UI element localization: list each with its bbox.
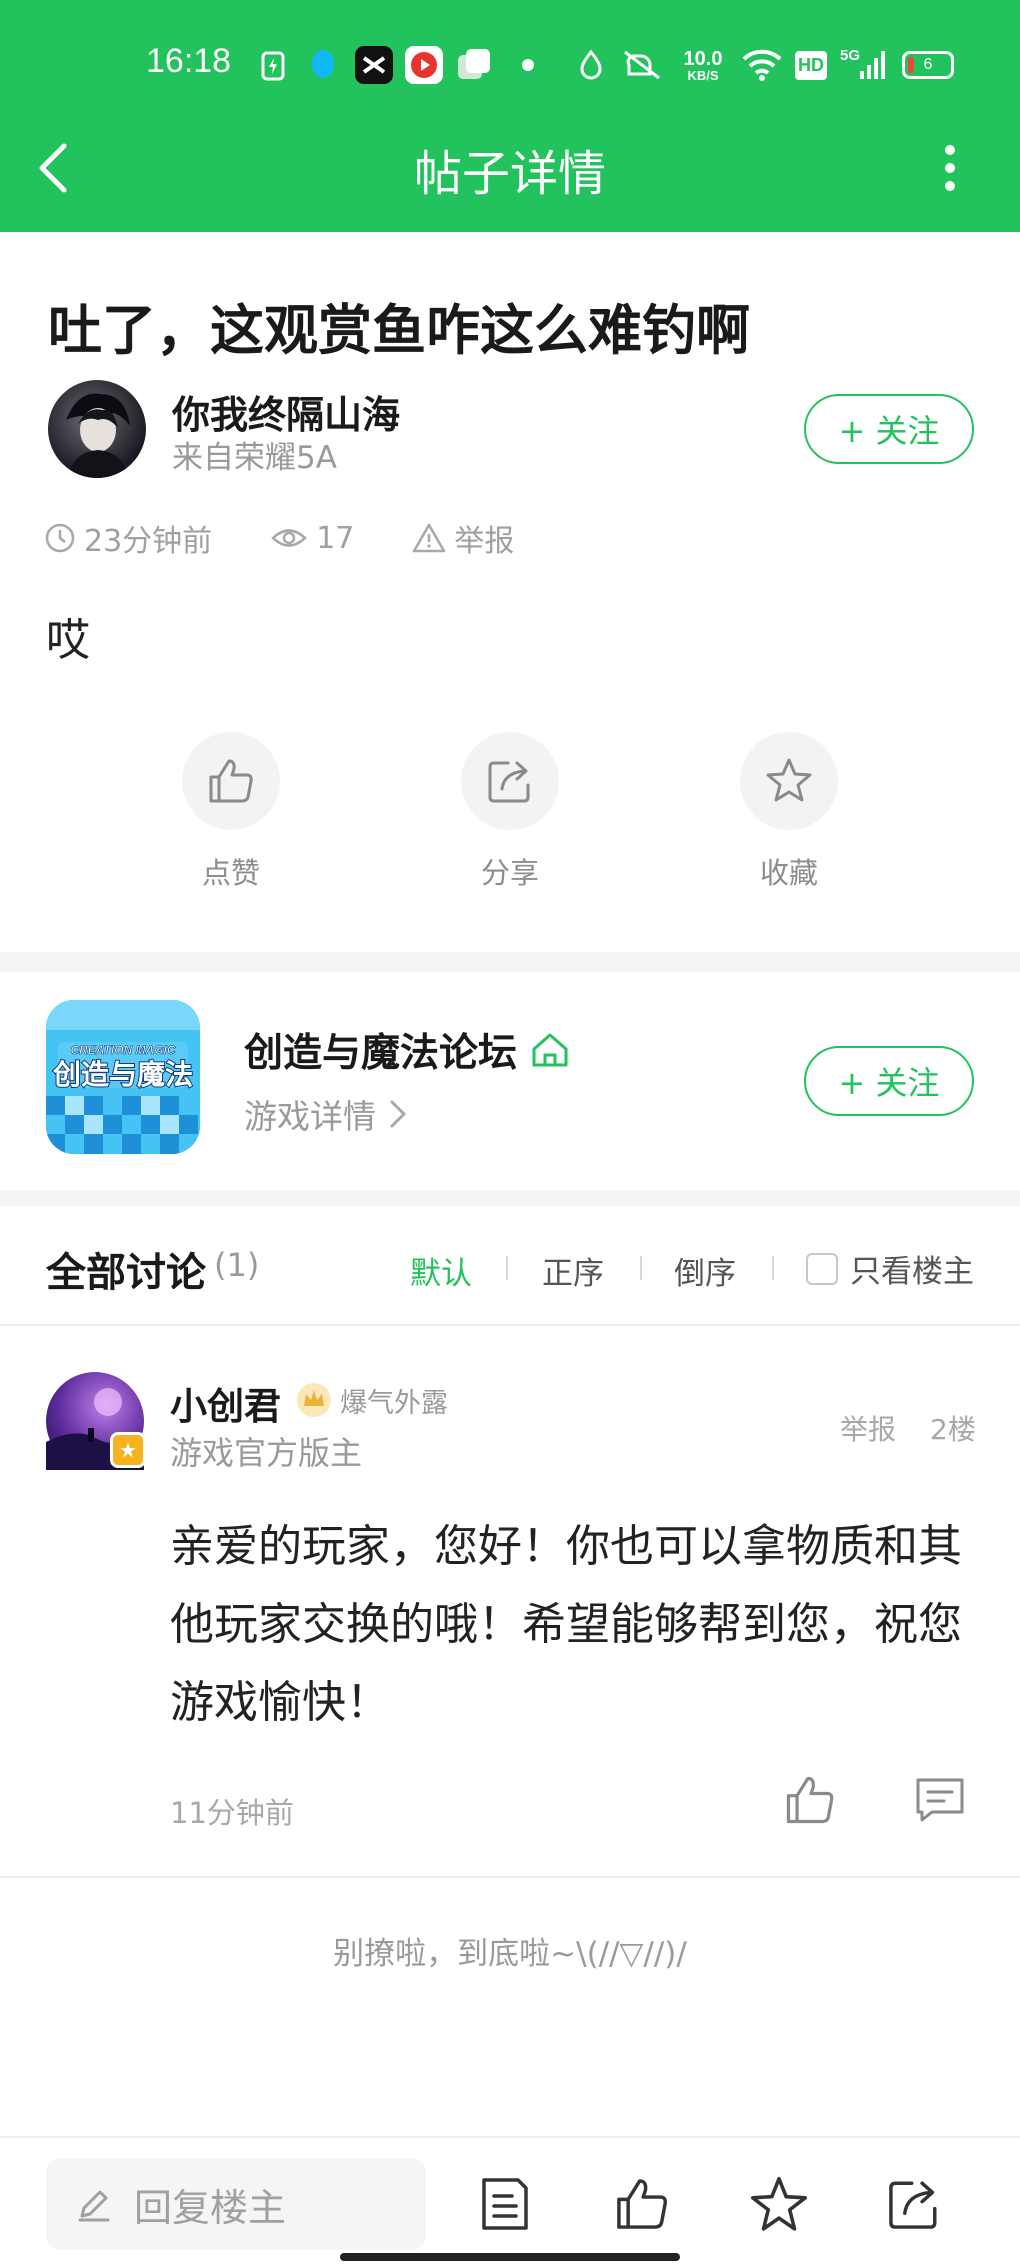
rank-medal-icon	[297, 1383, 331, 1417]
warning-icon	[413, 523, 446, 553]
reply-placeholder: 回复楼主	[134, 2185, 287, 2230]
author-device: 来自荣耀5A	[172, 440, 337, 476]
svg-text:创造与魔法: 创造与魔法	[52, 1058, 193, 1091]
follow-author-button[interactable]: + 关注	[804, 394, 974, 464]
section-divider	[0, 952, 1020, 972]
like-button[interactable]	[612, 2174, 672, 2234]
list-divider	[0, 1324, 1020, 1326]
comment-body: 亲爱的玩家，您好！你也可以拿物质和其他玩家交换的哦！希望能够帮到您，祝您游戏愉快…	[170, 1521, 962, 1728]
moderator-badge-icon: ★	[110, 1432, 146, 1468]
hd-icon: HD	[794, 47, 828, 83]
favorite-button[interactable]	[748, 2174, 808, 2234]
share-icon	[488, 761, 530, 803]
sort-separator	[506, 1256, 508, 1280]
battery-icon: 6	[898, 47, 958, 83]
post-body: 哎	[46, 615, 90, 666]
forum-logo-image: CREATION MAGIC 创造与魔法	[46, 1000, 200, 1154]
rank-badge: 爆气外露	[294, 1380, 448, 1420]
share-label: 分享	[480, 856, 539, 890]
post-time: 23分钟前	[44, 516, 212, 560]
data-saver-icon	[576, 47, 606, 83]
post-time-text: 23分钟前	[84, 524, 213, 559]
status-bar: 16:18 10.0 KB/S HD 5G 6	[0, 0, 1020, 130]
post-list-button[interactable]	[474, 2174, 534, 2234]
share-button[interactable]	[884, 2174, 944, 2234]
reply-input[interactable]: 回复楼主	[46, 2158, 426, 2250]
comment-icon	[916, 1778, 964, 1822]
commenter-name[interactable]: 小创君	[170, 1376, 281, 1430]
like-comment-button[interactable]	[782, 1772, 838, 1828]
eye-icon	[271, 529, 308, 547]
list-divider	[0, 1876, 1020, 1878]
star-icon	[750, 2176, 808, 2231]
status-time: 16:18	[146, 42, 232, 80]
thumbs-up-icon	[786, 1776, 834, 1824]
sort-ascending-tab[interactable]: 正序	[542, 1248, 604, 1293]
share-post-button[interactable]: 分享	[440, 732, 580, 892]
thumbs-up-icon	[617, 2179, 667, 2229]
header: 16:18 10.0 KB/S HD 5G 6 帖子详情	[0, 0, 1020, 232]
comment-floor: 2楼	[930, 1413, 976, 1446]
commenter-role: 游戏官方版主	[170, 1434, 363, 1472]
star-icon	[766, 758, 812, 802]
avatar-image	[66, 393, 130, 478]
mute-icon	[620, 47, 666, 83]
comment-time: 11分钟前	[170, 1796, 294, 1830]
svg-text:CREATION MAGIC: CREATION MAGIC	[70, 1043, 175, 1057]
sort-descending-tab[interactable]: 倒序	[674, 1248, 736, 1293]
end-of-list-text: 别撩啦，到底啦~\(//▽//)/	[333, 1936, 687, 1972]
clock-icon	[45, 523, 75, 553]
notification-dot-icon	[520, 47, 536, 83]
only-owner-toggle[interactable]: 只看楼主	[806, 1246, 974, 1291]
qq-icon	[306, 47, 340, 83]
post-views: 17	[270, 521, 354, 556]
rank-label: 爆气外露	[340, 1387, 448, 1419]
discussion-title: 全部讨论	[46, 1250, 206, 1296]
sort-separator	[640, 1256, 642, 1280]
share-icon	[889, 2181, 937, 2229]
multitask-icon	[454, 47, 494, 83]
thumbs-up-icon	[209, 759, 253, 803]
author-name[interactable]: 你我终隔山海	[172, 384, 400, 439]
report-label: 举报	[454, 524, 515, 559]
home-icon	[532, 1033, 568, 1067]
report-post-button[interactable]: 举报	[412, 516, 514, 560]
like-post-button[interactable]: 点赞	[161, 732, 301, 892]
home-indicator[interactable]	[340, 2253, 680, 2261]
favorite-label: 收藏	[759, 856, 818, 890]
forum-name-text: 创造与魔法论坛	[244, 1031, 518, 1076]
post-views-count: 17	[316, 520, 355, 556]
only-owner-checkbox[interactable]	[806, 1252, 838, 1285]
follow-forum-button[interactable]: + 关注	[804, 1046, 974, 1116]
author-avatar[interactable]	[48, 380, 146, 478]
reply-comment-button[interactable]	[912, 1772, 968, 1828]
favorite-post-button[interactable]: 收藏	[719, 732, 859, 892]
game-detail-link[interactable]: 游戏详情	[244, 1090, 410, 1138]
capcut-icon	[354, 46, 394, 84]
sort-separator	[772, 1256, 774, 1280]
more-options-button[interactable]	[930, 138, 970, 198]
sort-default-tab[interactable]: 默认	[410, 1248, 472, 1293]
post-title: 吐了，这观赏鱼咋这么难钓啊	[48, 299, 750, 362]
like-label: 点赞	[201, 856, 260, 890]
chevron-right-icon	[390, 1100, 406, 1128]
battery-saver-icon	[258, 47, 288, 83]
bottom-bar: 回复楼主	[0, 2136, 1020, 2267]
game-detail-label: 游戏详情	[244, 1097, 376, 1136]
more-vertical-icon	[945, 145, 955, 191]
discussion-count: (1)	[214, 1246, 260, 1284]
video-app-icon	[404, 46, 444, 84]
forum-name[interactable]: 创造与魔法论坛	[244, 1022, 571, 1078]
page-title: 帖子详情	[413, 146, 606, 202]
only-owner-label: 只看楼主	[850, 1254, 974, 1290]
document-list-icon	[482, 2178, 528, 2230]
pencil-icon	[78, 2190, 110, 2222]
net-speed: 10.0 KB/S	[683, 47, 723, 83]
forum-logo[interactable]: CREATION MAGIC 创造与魔法	[46, 1000, 200, 1154]
section-divider	[0, 1190, 1020, 1206]
post-meta: 23分钟前 17 举报	[44, 516, 572, 560]
report-comment-button[interactable]: 举报	[840, 1408, 896, 1448]
signal-icon: 5G	[838, 47, 888, 83]
wifi-icon	[740, 47, 784, 83]
